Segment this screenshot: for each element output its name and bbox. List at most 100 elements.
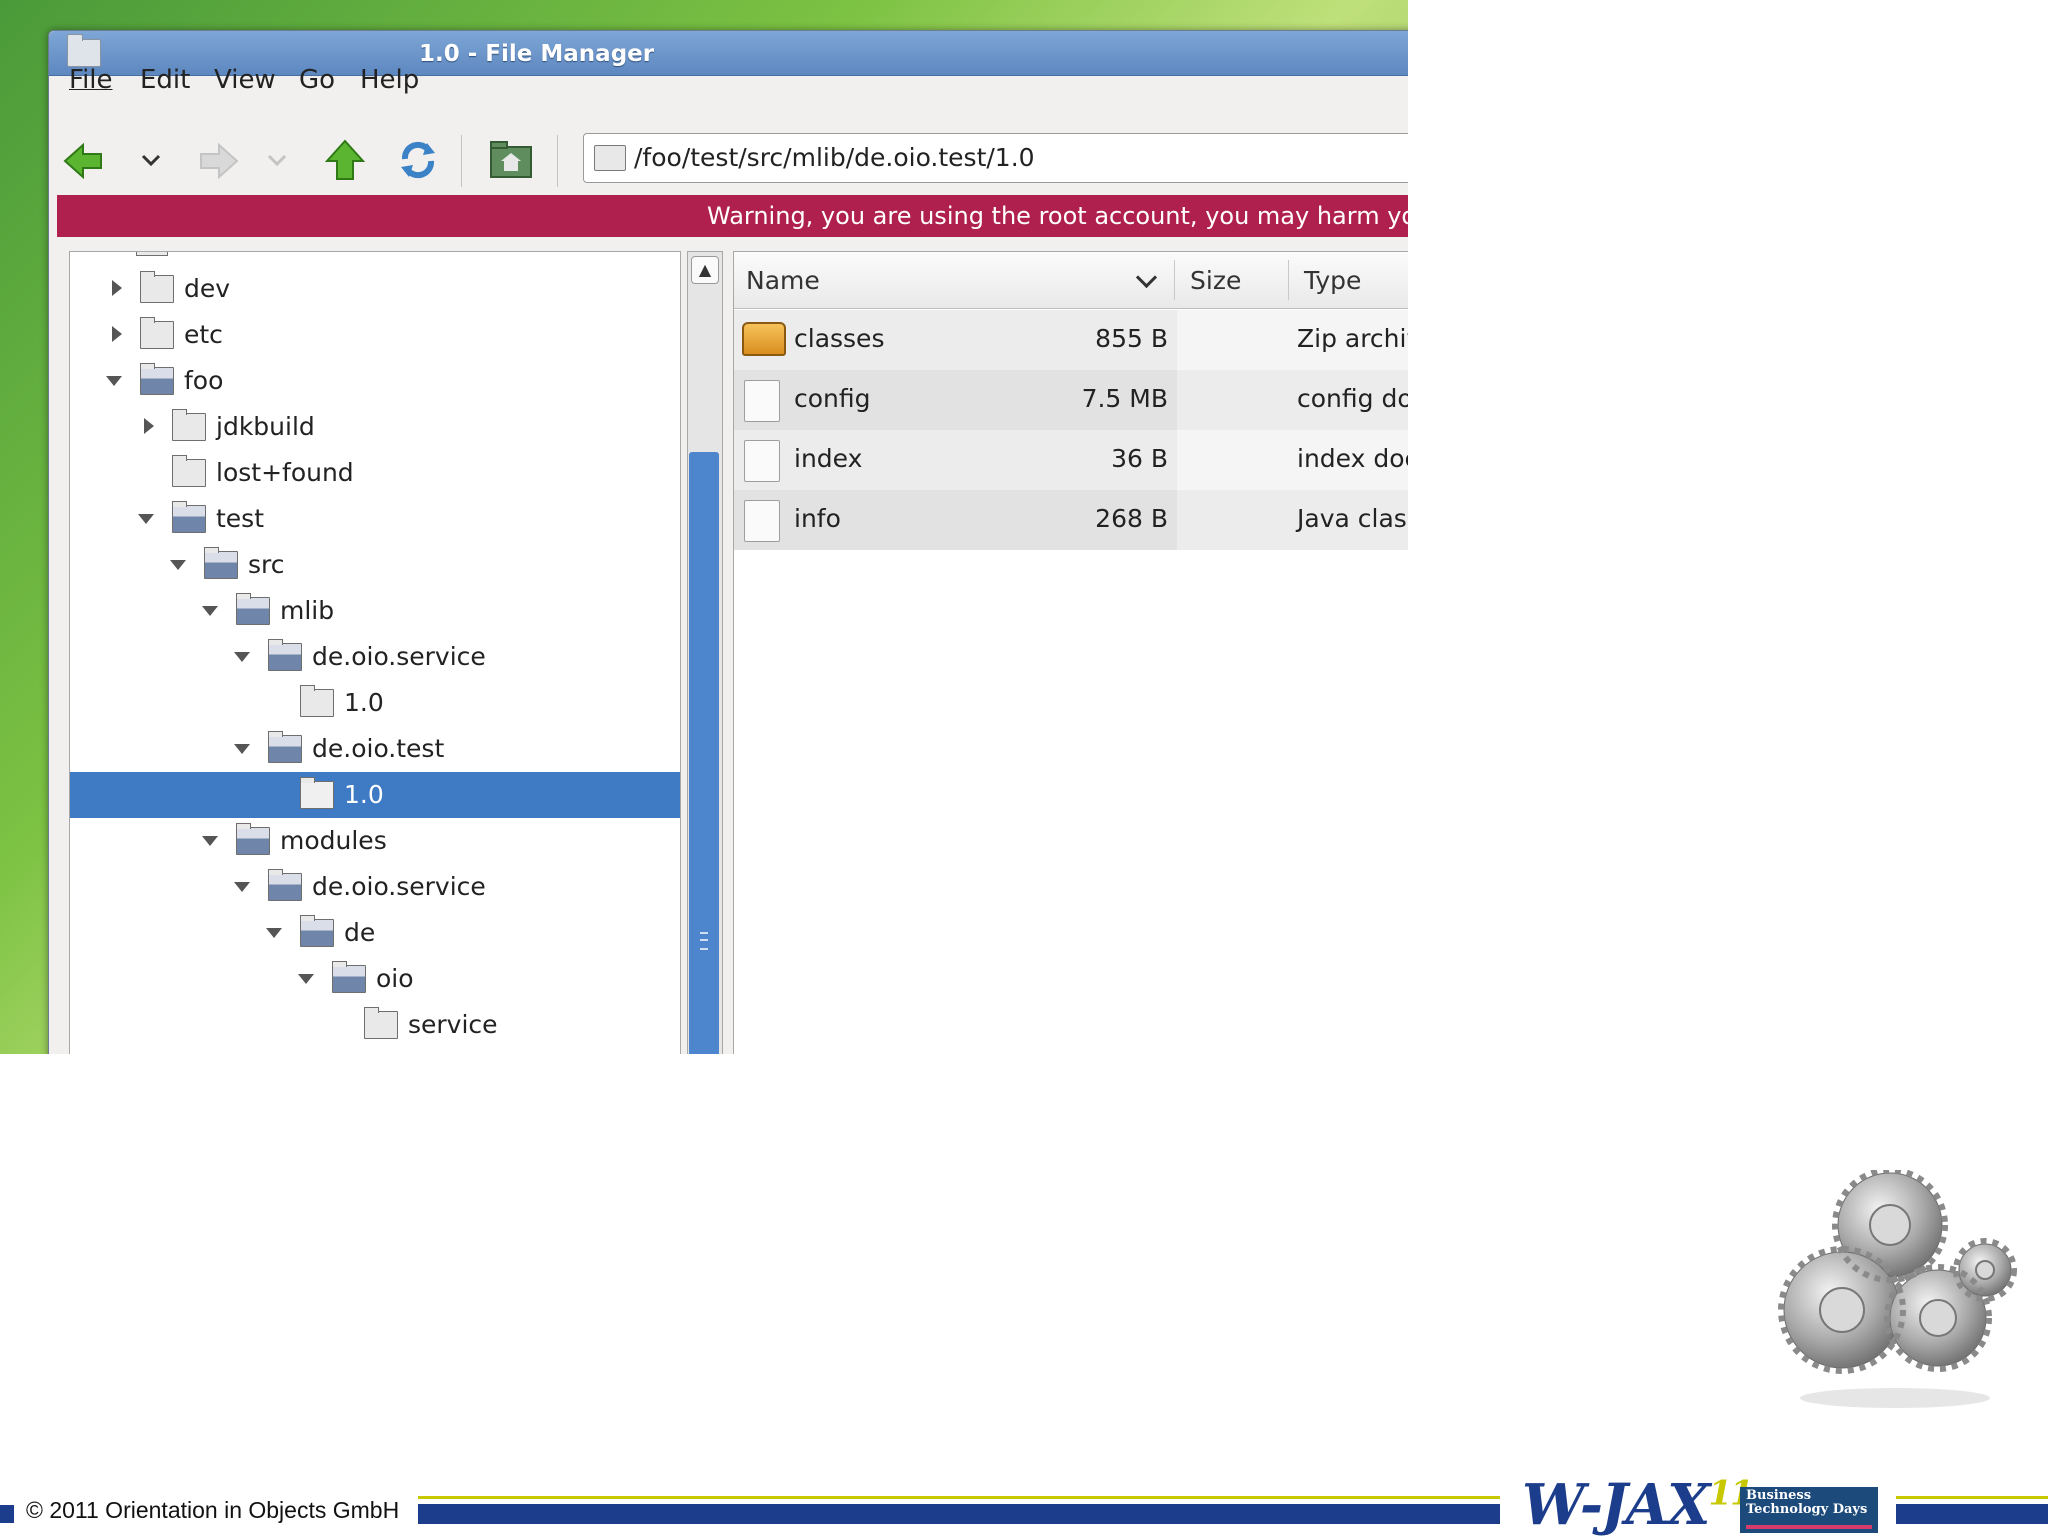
tree-item-label: de.oio.test: [312, 734, 445, 763]
menu-help[interactable]: Help: [360, 65, 419, 95]
tree-item[interactable]: service: [70, 1002, 680, 1048]
open-folder-icon: [332, 961, 366, 993]
tree-item[interactable]: src: [70, 542, 680, 588]
tree-item[interactable]: modules: [70, 818, 680, 864]
expander-collapsed-icon[interactable]: [112, 326, 122, 342]
zip-archive-icon: [742, 322, 786, 356]
file-size: 7.5 MB: [1081, 384, 1168, 413]
menu-view[interactable]: View: [214, 65, 276, 95]
tree-item[interactable]: jdkbuild: [70, 404, 680, 450]
expander-expanded-icon[interactable]: [202, 606, 218, 616]
column-header-type[interactable]: Type: [1304, 266, 1361, 295]
footer-band: [418, 1504, 1500, 1524]
open-folder-icon: [268, 869, 302, 901]
expander-expanded-icon[interactable]: [202, 836, 218, 846]
expander-expanded-icon[interactable]: [234, 882, 250, 892]
folder-icon: [136, 252, 168, 256]
root-warning-text: Warning, you are using the root account,…: [707, 202, 1408, 230]
folder-icon: [172, 455, 206, 487]
open-folder-icon: [300, 915, 334, 947]
tree-item[interactable]: de.oio.service: [70, 634, 680, 680]
tree-item[interactable]: etc: [70, 312, 680, 358]
file-type: Zip archiv: [1297, 324, 1408, 353]
tree-item-label: de: [344, 918, 376, 947]
footer-copyright: © 2011 Orientation in Objects GmbH: [26, 1497, 400, 1523]
location-bar[interactable]: /foo/test/src/mlib/de.oio.test/1.0: [583, 133, 1408, 183]
folder-tree[interactable]: dev etc foo jdkbuild lost+found test src…: [69, 251, 681, 1054]
home-folder-icon[interactable]: [489, 139, 533, 179]
footer-line: [418, 1496, 1500, 1499]
file-row[interactable]: config 7.5 MB config doc: [734, 370, 1408, 430]
expander-expanded-icon[interactable]: [106, 376, 122, 386]
tree-item[interactable]: 1.0: [70, 680, 680, 726]
up-arrow-icon[interactable]: [325, 139, 365, 181]
tree-item-label: mlib: [280, 596, 335, 625]
scrollbar-thumb[interactable]: [689, 452, 719, 1054]
window-title: 1.0 - File Manager: [419, 41, 655, 67]
file-row[interactable]: index 36 B index doc: [734, 430, 1408, 490]
column-separator[interactable]: [1174, 260, 1175, 300]
scroll-up-icon[interactable]: ▲: [691, 256, 719, 284]
expander-expanded-icon[interactable]: [234, 652, 250, 662]
tree-scrollbar[interactable]: ▲: [687, 251, 723, 1054]
btd-logo-text: Business Technology Days: [1746, 1488, 1868, 1517]
tree-item[interactable]: test: [70, 496, 680, 542]
open-folder-icon: [236, 593, 270, 625]
scroll-grip-icon: [700, 932, 708, 950]
file-manager-window: 1.0 - File Manager File Edit View Go Hel…: [48, 30, 1408, 1054]
footer-line: [1896, 1496, 2048, 1499]
tree-item[interactable]: de.oio.service: [70, 864, 680, 910]
tree-item[interactable]: foo: [70, 358, 680, 404]
btd-logo-stripe: [1746, 1525, 1872, 1529]
folder-icon: [594, 145, 626, 171]
location-path[interactable]: /foo/test/src/mlib/de.oio.test/1.0: [634, 143, 1035, 172]
tree-item-label: modules: [280, 826, 387, 855]
tree-item[interactable]: de.oio.test: [70, 726, 680, 772]
tree-item[interactable]: mlib: [70, 588, 680, 634]
tree-item-label: de.oio.service: [312, 872, 486, 901]
list-header: Name Size Type: [734, 252, 1408, 309]
open-folder-icon: [204, 547, 238, 579]
open-folder-icon: [236, 823, 270, 855]
tree-item-label: 1.0: [344, 780, 384, 809]
folder-icon: [140, 271, 174, 303]
file-row[interactable]: info 268 B Java class: [734, 490, 1408, 550]
folder-icon: [172, 409, 206, 441]
menu-go[interactable]: Go: [299, 65, 335, 95]
tree-item[interactable]: dev: [70, 266, 680, 312]
expander-expanded-icon[interactable]: [298, 974, 314, 984]
expander-expanded-icon[interactable]: [170, 560, 186, 570]
open-folder-icon: [268, 639, 302, 671]
forward-arrow-icon: [200, 142, 239, 180]
file-list[interactable]: Name Size Type classes 855 B Zip archiv: [733, 251, 1408, 1054]
file-name: classes: [794, 324, 885, 353]
tree-item[interactable]: oio: [70, 956, 680, 1002]
back-arrow-icon[interactable]: [63, 141, 103, 181]
tree-item[interactable]: de: [70, 910, 680, 956]
expander-expanded-icon[interactable]: [266, 928, 282, 938]
back-history-chevron-icon[interactable]: [141, 153, 161, 169]
file-row[interactable]: classes 855 B Zip archiv: [734, 310, 1408, 370]
expander-collapsed-icon[interactable]: [144, 418, 154, 434]
expander-expanded-icon[interactable]: [234, 744, 250, 754]
file-size: 36 B: [1111, 444, 1168, 473]
tree-item[interactable]: lost+found: [70, 450, 680, 496]
open-folder-icon: [268, 731, 302, 763]
column-header-size[interactable]: Size: [1190, 266, 1241, 295]
tree-item-label: test: [216, 504, 265, 533]
expander-expanded-icon[interactable]: [138, 514, 154, 524]
column-header-name[interactable]: Name: [746, 266, 820, 295]
tree-item-label: etc: [184, 320, 223, 349]
tree-item-selected[interactable]: 1.0: [70, 772, 680, 818]
document-icon: [744, 500, 780, 542]
document-icon: [744, 440, 780, 482]
column-separator[interactable]: [1288, 260, 1289, 300]
menu-edit[interactable]: Edit: [140, 65, 190, 95]
tree-item-label: 1.0: [344, 688, 384, 717]
screenshot-area: 1.0 - File Manager File Edit View Go Hel…: [0, 0, 1408, 1054]
folder-icon: [300, 685, 334, 717]
reload-icon[interactable]: [397, 139, 439, 181]
sort-chevron-icon[interactable]: [1135, 266, 1158, 289]
expander-collapsed-icon[interactable]: [112, 280, 122, 296]
menu-file[interactable]: File: [69, 65, 113, 95]
